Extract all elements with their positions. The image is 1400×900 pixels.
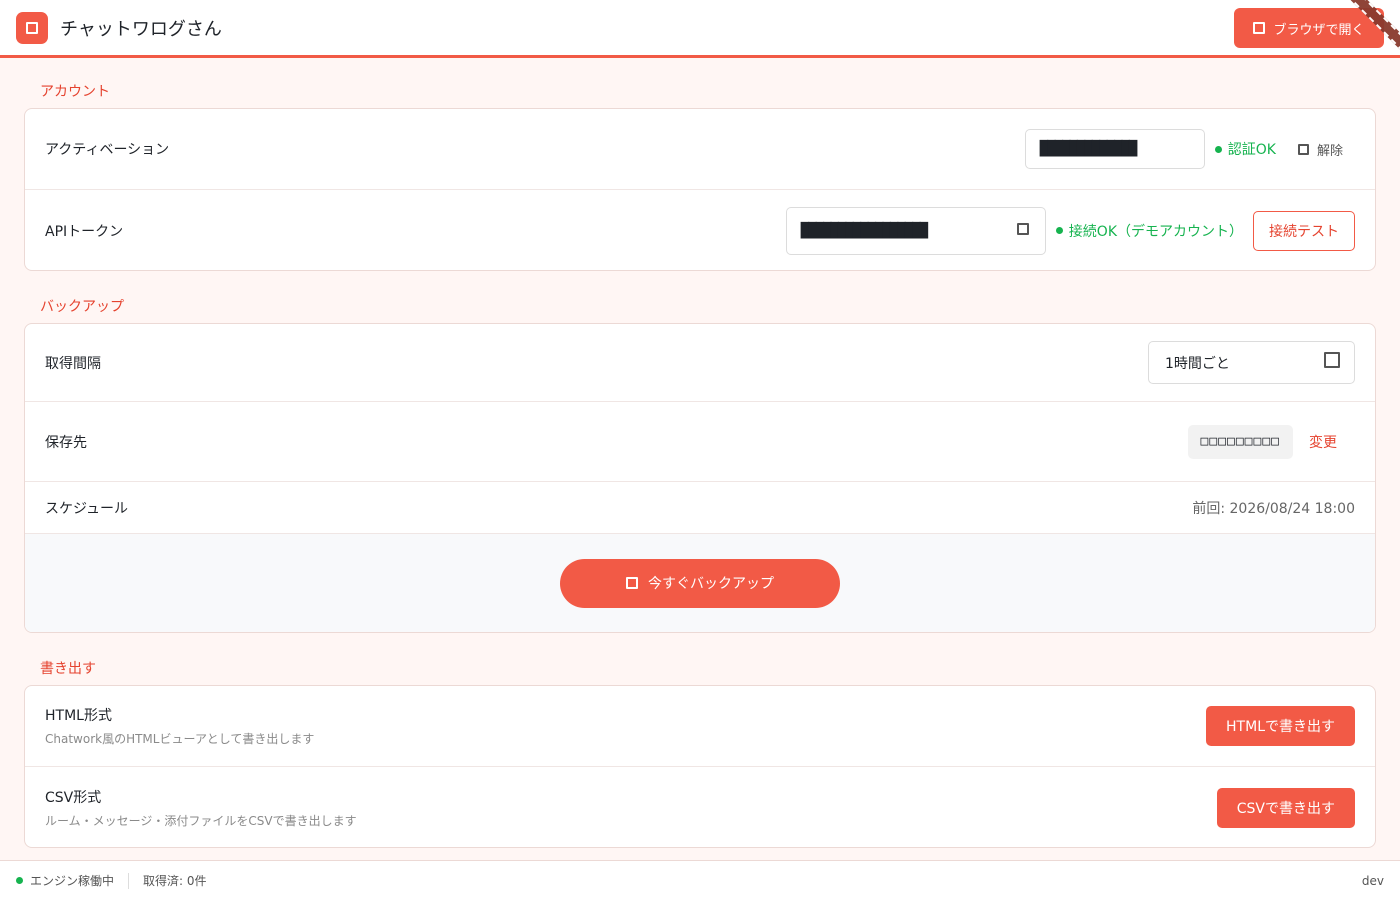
export-card: HTML形式 Chatwork風のHTMLビューアとして書き出します HTMLで… bbox=[24, 685, 1376, 848]
engine-status: エンジン稼働中 bbox=[30, 874, 115, 888]
status-ok-dot-icon bbox=[1055, 227, 1063, 234]
engine-status-dot-icon bbox=[16, 877, 23, 884]
destination-label: 保存先 bbox=[45, 434, 87, 451]
api-token-value: █████████████████ bbox=[800, 222, 928, 239]
section-title-export: 書き出す bbox=[40, 661, 96, 677]
schedule-row: スケジュール 前回: 2026/08/24 18:00 bbox=[25, 482, 1375, 534]
backup-action-area: 今すぐバックアップ bbox=[25, 534, 1375, 632]
unlink-icon bbox=[1297, 143, 1309, 155]
export-csv-description: ルーム・メッセージ・添付ファイルをCSVで書き出します bbox=[45, 813, 357, 828]
interval-label: 取得間隔 bbox=[45, 355, 101, 372]
release-label: 解除 bbox=[1316, 143, 1343, 159]
activation-status: 認証OK bbox=[1214, 139, 1276, 159]
activation-status-text: 認証OK bbox=[1227, 142, 1276, 158]
section-title-account: アカウント bbox=[40, 84, 110, 100]
api-token-field[interactable]: █████████████████ bbox=[785, 206, 1046, 255]
destination-row: 保存先 □□□□□□□□□ 変更 bbox=[25, 402, 1375, 482]
browser-icon bbox=[1253, 22, 1266, 34]
backup-now-button[interactable]: 今すぐバックアップ bbox=[560, 558, 840, 608]
chevron-down-icon bbox=[1324, 352, 1340, 368]
open-in-browser-button[interactable]: ブラウザで開く bbox=[1234, 8, 1384, 48]
app-logo-icon bbox=[16, 11, 48, 44]
export-html-description: Chatwork風のHTMLビューアとして書き出します bbox=[45, 732, 315, 746]
environment-label: dev bbox=[1361, 873, 1384, 888]
export-csv-button[interactable]: CSVで書き出す bbox=[1216, 787, 1355, 828]
backup-icon bbox=[626, 577, 638, 589]
export-html-label: HTML形式 bbox=[45, 708, 112, 724]
status-ok-dot-icon bbox=[1214, 145, 1222, 153]
connection-test-button[interactable]: 接続テスト bbox=[1253, 210, 1355, 251]
interval-selected-value: 1時間ごと bbox=[1165, 355, 1230, 372]
change-destination-link[interactable]: 変更 bbox=[1309, 432, 1337, 452]
api-token-row: APIトークン █████████████████ 接続OK（デモアカウント） … bbox=[25, 190, 1375, 270]
last-run-text: 前回: 2026/08/24 18:00 bbox=[1192, 500, 1355, 517]
footer-divider bbox=[128, 872, 130, 889]
destination-path: □□□□□□□□□ bbox=[1187, 424, 1293, 459]
api-token-status-text: 接続OK（デモアカウント） bbox=[1068, 223, 1243, 240]
account-card: アクティベーション █████████████ 認証OK 解除 APIトークン … bbox=[24, 108, 1376, 271]
backup-card: 取得間隔 1時間ごと 保存先 □□□□□□□□□ 変更 スケジュール 前回: 2… bbox=[24, 323, 1376, 633]
interval-select[interactable]: 1時間ごと bbox=[1148, 341, 1355, 384]
export-csv-label: CSV形式 bbox=[45, 789, 102, 806]
toggle-visibility-icon[interactable] bbox=[1016, 222, 1029, 235]
schedule-label: スケジュール bbox=[45, 500, 129, 517]
app-title: チャットワログさん bbox=[60, 18, 222, 40]
fetched-count: 取得済: 0件 bbox=[143, 874, 207, 888]
interval-row: 取得間隔 1時間ごと bbox=[25, 324, 1375, 402]
section-title-backup: バックアップ bbox=[40, 299, 124, 315]
release-activation-button[interactable]: 解除 bbox=[1297, 140, 1343, 159]
export-html-row: HTML形式 Chatwork風のHTMLビューアとして書き出します HTMLで… bbox=[25, 686, 1375, 767]
activation-label: アクティベーション bbox=[45, 142, 170, 158]
export-csv-row: CSV形式 ルーム・メッセージ・添付ファイルをCSVで書き出します CSVで書き… bbox=[25, 767, 1375, 847]
activation-row: アクティベーション █████████████ 認証OK 解除 bbox=[25, 109, 1375, 190]
backup-now-label: 今すぐバックアップ bbox=[648, 576, 774, 592]
api-token-label: APIトークン bbox=[45, 223, 124, 240]
activation-key-field[interactable]: █████████████ bbox=[1024, 129, 1205, 169]
api-token-status: 接続OK（デモアカウント） bbox=[1055, 221, 1243, 241]
status-bar: エンジン稼働中 取得済: 0件 dev bbox=[0, 860, 1400, 900]
export-html-button[interactable]: HTMLで書き出す bbox=[1206, 706, 1355, 746]
app-header: チャットワログさん ブラウザで開く bbox=[0, 0, 1400, 60]
open-in-browser-label: ブラウザで開く bbox=[1273, 22, 1365, 38]
